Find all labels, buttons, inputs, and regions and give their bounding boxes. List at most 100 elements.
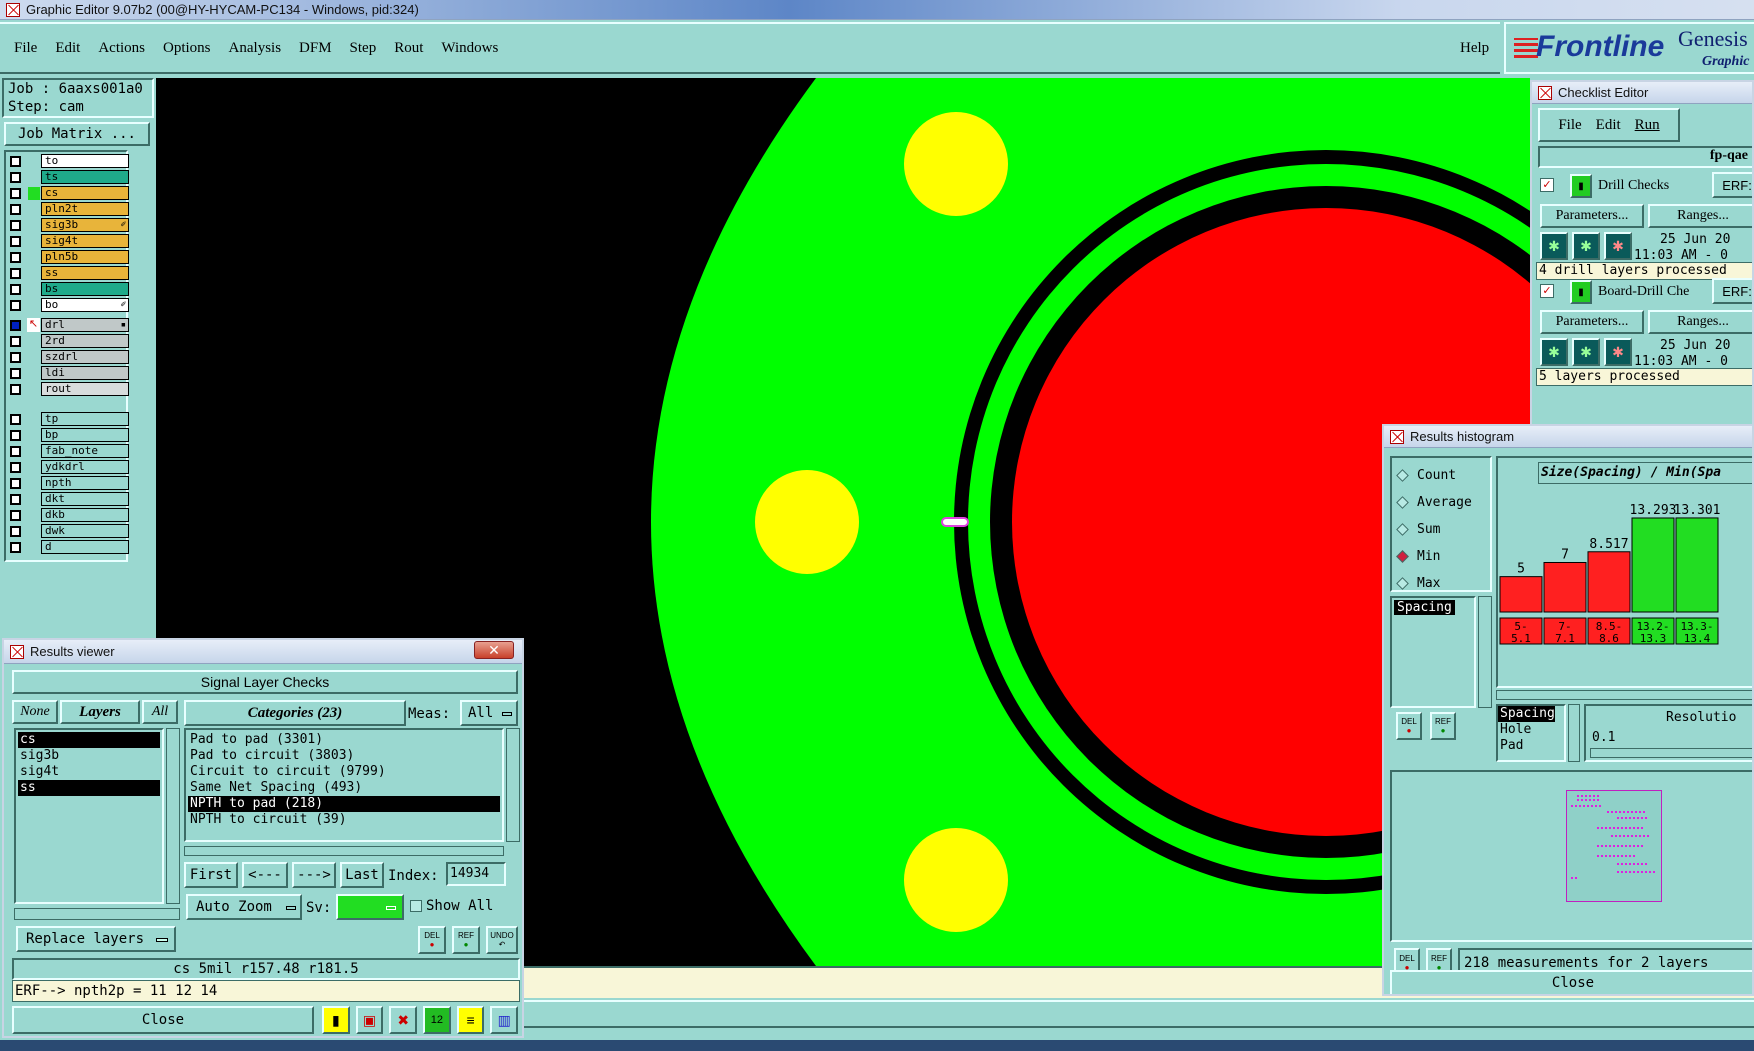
mode-radio-average[interactable]: Average — [1392, 489, 1490, 516]
layer-row-bs[interactable]: bs — [6, 282, 129, 297]
histogram-bar[interactable] — [1499, 576, 1543, 613]
layer-row-2rd[interactable]: 2rd — [6, 334, 129, 349]
layer-name-dwk[interactable]: dwk — [41, 524, 129, 538]
layer-row-npth[interactable]: npth — [6, 476, 129, 491]
histogram-list-scrollbar[interactable] — [1478, 596, 1492, 708]
check-enabled-checkbox[interactable]: ✓ — [1540, 284, 1554, 298]
layer-checkbox[interactable] — [10, 430, 21, 441]
layer-row-ss[interactable]: ss — [6, 266, 129, 281]
categories-list[interactable]: Pad to pad (3301) Pad to circuit (3803) Ci… — [184, 728, 504, 842]
ref-button[interactable]: REF ● — [452, 926, 480, 954]
histogram-bar[interactable] — [1675, 517, 1719, 613]
layers-tab[interactable]: Layers — [60, 700, 140, 724]
layer-name-fab_note[interactable]: fab_note — [41, 444, 129, 458]
layer-name-cs[interactable]: cs — [41, 186, 129, 200]
show-all-checkbox[interactable] — [410, 900, 422, 912]
layer-checkbox[interactable] — [10, 156, 21, 167]
layer-row-tp[interactable]: tp — [6, 412, 129, 427]
none-button[interactable]: None — [12, 700, 58, 724]
layer-name-d[interactable]: d — [41, 540, 129, 554]
layer-name-bp[interactable]: bp — [41, 428, 129, 442]
layer-checkbox[interactable] — [10, 494, 21, 505]
measure-item[interactable]: Pad — [1498, 738, 1564, 754]
categories-hscrollbar[interactable] — [184, 846, 504, 856]
menu-step[interactable]: Step — [350, 40, 377, 57]
layer-checkbox[interactable] — [10, 414, 21, 425]
check-ranges-button[interactable]: Ranges... — [1648, 310, 1752, 334]
histogram-del-button[interactable]: DEL ● — [1396, 712, 1422, 740]
flag-icon[interactable]: ▮ — [322, 1006, 350, 1034]
histogram-bar[interactable] — [1543, 561, 1587, 613]
layer-name-pln2t[interactable]: pln2t — [41, 202, 129, 216]
layer-row-dkt[interactable]: dkt — [6, 492, 129, 507]
meas-select[interactable]: All — [460, 700, 518, 726]
checklist-menu-run[interactable]: Run — [1635, 117, 1660, 134]
job-matrix-button[interactable]: Job Matrix ... — [4, 122, 150, 146]
histogram-close-button[interactable]: Close — [1390, 970, 1752, 994]
layer-checkbox[interactable] — [10, 172, 21, 183]
last-button[interactable]: Last — [340, 862, 384, 888]
measure-item[interactable]: Spacing — [1498, 706, 1555, 722]
layer-name-szdrl[interactable]: szdrl — [41, 350, 129, 364]
category-item[interactable]: NPTH to circuit (39) — [188, 812, 500, 828]
layer-checkbox[interactable] — [10, 352, 21, 363]
menu-windows[interactable]: Windows — [441, 40, 498, 57]
layer-checkbox[interactable] — [10, 526, 21, 537]
layer-row-drl[interactable]: ↖ drl ▪ — [6, 318, 129, 333]
run-check-icon[interactable]: ✱ — [1540, 338, 1568, 366]
layer-checkbox[interactable] — [10, 188, 21, 199]
layer-checkbox[interactable] — [10, 462, 21, 473]
category-item[interactable]: NPTH to pad (218) — [188, 796, 500, 812]
result-layer-item[interactable]: sig4t — [18, 764, 160, 780]
results-close-button[interactable]: Close — [12, 1006, 314, 1034]
layer-row-ts[interactable]: ts — [6, 170, 129, 185]
menu-dfm[interactable]: DFM — [299, 40, 332, 57]
layer-row-sig4t[interactable]: sig4t — [6, 234, 129, 249]
auto-zoom-select[interactable]: Auto Zoom — [186, 894, 302, 920]
layer-row-cs[interactable]: cs — [6, 186, 129, 201]
layer-name-pln5b[interactable]: pln5b — [41, 250, 129, 264]
layer-row-d[interactable]: d — [6, 540, 129, 555]
mode-radio-sum[interactable]: Sum — [1392, 516, 1490, 543]
measure-list-scrollbar[interactable] — [1568, 704, 1580, 762]
replace-layers-select[interactable]: Replace layers — [16, 926, 176, 952]
category-item[interactable]: Pad to circuit (3803) — [188, 748, 500, 764]
layer-checkbox[interactable] — [10, 478, 21, 489]
layer-checkbox[interactable] — [10, 252, 21, 263]
export-icon[interactable]: ▣ — [355, 1006, 384, 1034]
check-erf-select[interactable]: ERF: — [1712, 278, 1752, 304]
categories-tab[interactable]: Categories (23) — [184, 700, 406, 726]
layer-name-ldi[interactable]: ldi — [41, 366, 129, 380]
histogram-icon[interactable]: ▥ — [490, 1006, 519, 1034]
histogram-list-item[interactable]: Spacing — [1394, 600, 1455, 615]
stop-check-icon[interactable]: ✱ — [1604, 338, 1632, 366]
layer-name-drl[interactable]: drl ▪ — [41, 318, 129, 332]
help-menu[interactable]: Help — [1460, 40, 1489, 57]
index-input[interactable]: 14934 — [446, 862, 506, 886]
layer-name-tp[interactable]: tp — [41, 412, 129, 426]
layer-name-sig3b[interactable]: sig3b ✐ — [41, 218, 129, 232]
layer-checkbox[interactable] — [10, 268, 21, 279]
layer-name-bo[interactable]: bo ✐ — [41, 298, 129, 312]
layer-checkbox[interactable] — [10, 236, 21, 247]
layer-name-ss[interactable]: ss — [41, 266, 129, 280]
run-check-icon[interactable]: ✱ — [1540, 232, 1568, 260]
mode-radio-max[interactable]: Max — [1392, 570, 1490, 597]
layer-checkbox[interactable] — [10, 510, 21, 521]
result-layer-item[interactable]: ss — [18, 780, 160, 796]
layer-row-to[interactable]: to — [6, 154, 129, 169]
close-icon[interactable]: ✕ — [474, 641, 514, 659]
result-layer-item[interactable]: cs — [18, 732, 160, 748]
prev-button[interactable]: <--- — [242, 862, 288, 888]
layer-name-dkt[interactable]: dkt — [41, 492, 129, 506]
layer-row-bo[interactable]: bo ✐ — [6, 298, 129, 313]
layer-checkbox[interactable] — [10, 384, 21, 395]
layer-row-sig3b[interactable]: sig3b ✐ — [6, 218, 129, 233]
layer-checkbox[interactable] — [10, 300, 21, 311]
layer-row-fab_note[interactable]: fab_note — [6, 444, 129, 459]
menu-analysis[interactable]: Analysis — [229, 40, 282, 57]
next-button[interactable]: ---> — [292, 862, 336, 888]
category-item[interactable]: Same Net Spacing (493) — [188, 780, 500, 796]
sv-color-select[interactable] — [336, 894, 404, 920]
check-enabled-checkbox[interactable]: ✓ — [1540, 178, 1554, 192]
